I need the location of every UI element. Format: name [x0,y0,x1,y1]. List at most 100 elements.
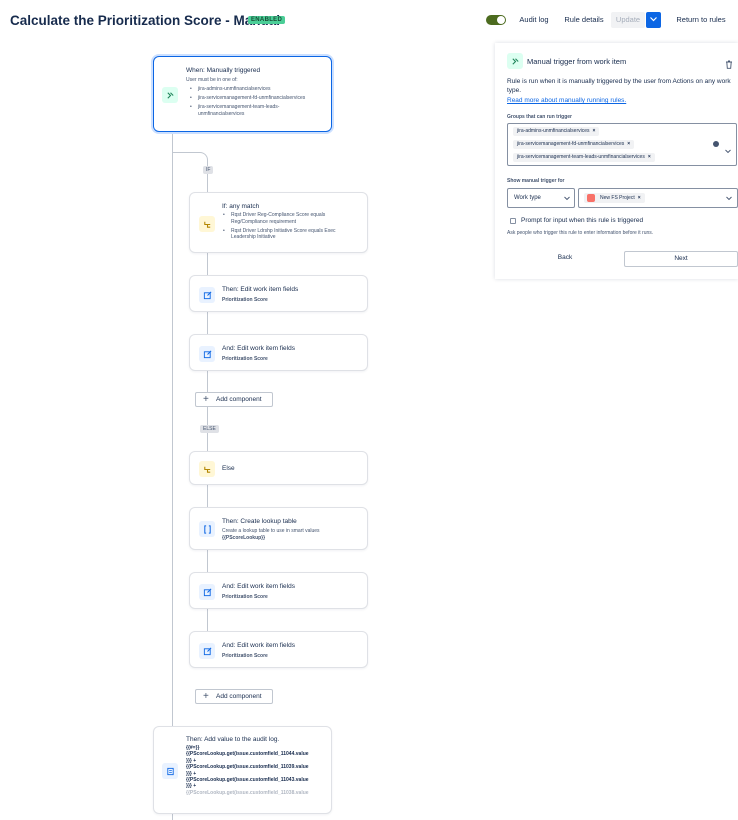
trigger-group-item: jira-servicemanagement-fd-unmfinancialse… [190,95,320,102]
else-tag: ELSE [200,425,219,433]
and-edit-title: And: Edit work item fields [222,642,295,649]
if-condition-item: Rqst Driver Ldrshp Initiative Score equa… [223,228,355,241]
and-edit-card[interactable]: And: Edit work item fields Prioritizatio… [189,572,368,609]
project-select[interactable]: New FS Project × [578,188,738,208]
project-icon [587,194,595,202]
groups-multiselect[interactable]: jira-admins-unmfinancialservices × jira-s… [507,123,737,166]
else-title: Else [222,465,235,472]
work-type-value: Work type [514,195,541,201]
trigger-groups: jira-admins-unmfinancialservices jira-se… [190,86,320,120]
group-chip-label: jira-servicemanagement-team-leads-unmfin… [517,154,645,160]
work-type-select[interactable]: Work type [507,188,575,208]
chevron-down-icon [726,196,732,201]
back-button[interactable]: Back [535,251,595,265]
branch-connector [172,152,208,166]
if-condition-card[interactable]: If: any match Rqst Driver Reg-Compliance… [189,192,368,253]
and-edit-sub: Prioritization Score [222,653,268,659]
audit-log-button[interactable]: Audit log [514,12,554,28]
edit-icon-wrap [199,287,215,303]
chevron-down-icon[interactable] [725,141,731,159]
trigger-config-panel: Manual trigger from work item Rule is ru… [495,43,738,279]
lookup-table-card[interactable]: Then: Create lookup table Create a looku… [189,507,368,550]
group-chip[interactable]: jira-servicemanagement-fd-unmfinancialse… [513,140,635,149]
else-card[interactable]: Else [189,451,368,485]
delete-button[interactable] [725,56,733,74]
main-connector [172,131,173,820]
group-chip[interactable]: jira-admins-unmfinancialservices × [513,127,600,136]
and-edit-title: And: Edit work item fields [222,583,295,590]
branch-icon [203,221,210,228]
audit-line: {{PScoreLookup.get(issue.customfield_110… [186,789,309,796]
remove-icon[interactable]: × [627,141,630,147]
edit-icon-wrap [199,346,215,362]
chevron-down-icon [650,17,657,22]
audit-log-card[interactable]: Then: Add value to the audit log. {{#=}}… [153,726,332,814]
update-button[interactable]: Update [611,12,645,28]
if-title: If: any match [222,203,260,210]
trigger-group-item: jira-servicemanagement-team-leads-unmfin… [190,104,320,117]
edit-icon [203,647,211,655]
and-edit-card[interactable]: And: Edit work item fields Prioritizatio… [189,631,368,668]
add-component-button[interactable]: + Add component [195,392,273,407]
branch-icon [203,466,210,473]
and-edit-sub: Prioritization Score [222,356,268,362]
if-condition-item: Rqst Driver Reg-Compliance Score equals … [223,212,355,225]
else-icon-wrap [199,461,215,477]
panel-title: Manual trigger from work item [527,57,627,66]
prompt-checkbox[interactable] [510,218,516,224]
if-conditions: Rqst Driver Reg-Compliance Score equals … [223,212,355,243]
page-title: Calculate the Prioritization Score - Man… [10,13,281,28]
edit-icon [203,350,211,358]
trigger-card[interactable]: When: Manually triggered User must be in… [153,56,332,132]
lookup-icon-wrap [199,521,215,537]
group-chip-label: jira-servicemanagement-fd-unmfinancialse… [517,141,625,147]
next-button[interactable]: Next [624,251,738,267]
panel-description: Rule is run when it is manually triggere… [507,78,731,94]
if-icon-wrap [199,216,215,232]
add-component-label: Add component [216,396,262,403]
edit-icon-wrap [199,584,215,600]
lookup-title: Then: Create lookup table [222,518,297,525]
plus-icon: + [203,691,209,702]
remove-icon[interactable]: × [593,128,596,134]
prompt-help: Ask people who trigger this rule to ente… [507,230,654,236]
remove-icon[interactable]: × [648,154,651,160]
prompt-label: Prompt for input when this rule is trigg… [521,217,644,224]
add-component-label: Add component [216,693,262,700]
edit-icon [203,291,211,299]
group-chip[interactable]: jira-servicemanagement-team-leads-unmfin… [513,153,655,162]
rule-details-button[interactable]: Rule details [562,12,606,28]
if-tag: IF [203,166,214,174]
document-icon [166,767,174,775]
return-to-rules-button[interactable]: Return to rules [671,12,731,28]
chevron-down-icon [564,196,570,201]
lookup-desc: Create a lookup table to use in smart va… [222,528,320,534]
trigger-desc: User must be in one of: [186,77,238,83]
group-chip-label: jira-admins-unmfinancialservices [517,128,590,134]
and-edit-card[interactable]: And: Edit work item fields Prioritizatio… [189,334,368,371]
then-edit-sub: Prioritization Score [222,297,268,303]
trigger-title: When: Manually triggered [186,67,261,74]
manual-trigger-icon [166,91,174,99]
clear-icon[interactable] [713,141,719,147]
groups-label: Groups that can run trigger [507,114,573,120]
edit-icon-wrap [199,643,215,659]
audit-expression: {{#=}} {{PScoreLookup.get(issue.customfi… [186,745,331,796]
trigger-icon-wrap [162,87,178,103]
then-edit-card[interactable]: Then: Edit work item fields Prioritizati… [189,275,368,312]
status-badge: ENABLED [248,16,286,24]
remove-icon[interactable]: × [638,195,641,201]
enable-toggle[interactable] [486,15,506,25]
add-component-button[interactable]: + Add component [195,689,273,704]
braces-icon [203,524,211,534]
and-edit-sub: Prioritization Score [222,594,268,600]
edit-icon [203,588,211,596]
manual-trigger-icon [511,57,519,65]
show-for-label: Show manual trigger for [507,178,565,184]
update-dropdown-button[interactable] [646,12,661,28]
project-chip-label: New FS Project [600,195,635,201]
trigger-group-item: jira-admins-unmfinancialservices [190,86,320,93]
read-more-link[interactable]: Read more about manually running rules. [507,97,626,104]
project-chip[interactable]: New FS Project × [584,193,645,203]
audit-title: Then: Add value to the audit log. [186,736,280,743]
